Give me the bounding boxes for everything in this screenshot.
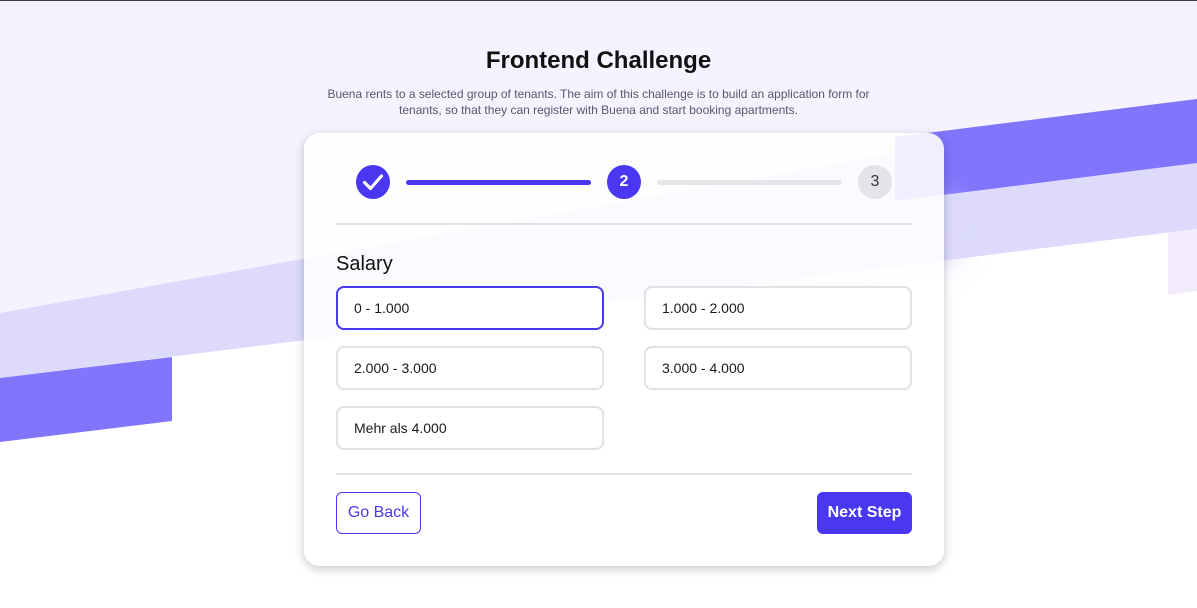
background-small-block bbox=[1168, 229, 1197, 295]
check-icon bbox=[362, 174, 384, 191]
divider bbox=[336, 223, 912, 225]
next-step-button[interactable]: Next Step bbox=[817, 492, 912, 534]
salary-option-1000-2000[interactable]: 1.000 - 2.000 bbox=[644, 286, 912, 330]
page-subtitle: Buena rents to a selected group of tenan… bbox=[327, 87, 870, 117]
step-1-completed bbox=[356, 165, 390, 199]
page-title: Frontend Challenge bbox=[485, 47, 712, 74]
salary-option-over-4000[interactable]: Mehr als 4.000 bbox=[336, 406, 604, 450]
salary-option-3000-4000[interactable]: 3.000 - 4.000 bbox=[644, 346, 912, 390]
page-header: Frontend Challenge Buena rents to a sele… bbox=[0, 45, 1197, 118]
salary-option-2000-3000[interactable]: 2.000 - 3.000 bbox=[336, 346, 604, 390]
step-2-active: 2 bbox=[607, 165, 641, 199]
progress-stepper: 2 3 bbox=[336, 165, 912, 199]
step-connector-pending bbox=[657, 180, 842, 185]
step-connector-completed bbox=[406, 180, 591, 185]
salary-option-0-1000[interactable]: 0 - 1.000 bbox=[336, 286, 604, 330]
go-back-button[interactable]: Go Back bbox=[336, 492, 421, 534]
page: Frontend Challenge Buena rents to a sele… bbox=[0, 0, 1197, 608]
section-title-salary: Salary bbox=[336, 253, 393, 275]
application-form-card: 2 3 Salary 0 - 1.000 1.000 - 2.000 2.000… bbox=[304, 133, 944, 566]
divider bbox=[336, 473, 912, 475]
step-3-pending: 3 bbox=[858, 165, 892, 199]
